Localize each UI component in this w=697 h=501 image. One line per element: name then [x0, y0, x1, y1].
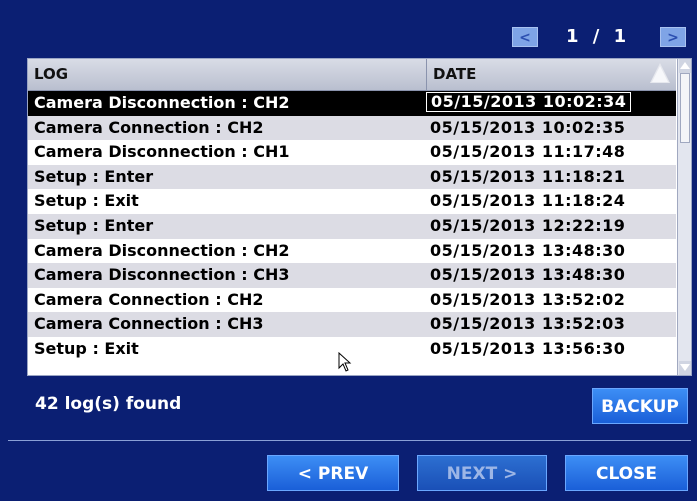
date-cell: 05/15/2013 10:02:35	[430, 117, 626, 137]
date-cell: 05/15/2013 11:17:48	[430, 142, 626, 162]
divider	[8, 440, 691, 441]
table-row[interactable]: Camera Disconnection : CH2 05/15/2013 13:…	[28, 238, 676, 264]
vertical-scrollbar[interactable]	[677, 59, 691, 375]
date-cell: 05/15/2013 11:18:24	[430, 191, 626, 211]
log-cell: Setup : Exit	[34, 338, 139, 358]
table-row[interactable]: Camera Connection : CH2 05/15/2013 10:02:…	[28, 115, 676, 141]
log-cell: Setup : Enter	[34, 166, 154, 186]
sort-ascending-icon[interactable]	[650, 63, 670, 83]
date-cell: 05/15/2013 10:02:34	[426, 92, 632, 112]
table-row[interactable]: Setup : Enter 05/15/2013 11:18:21	[28, 164, 676, 190]
table-row[interactable]: Setup : Exit 05/15/2013 11:18:24	[28, 189, 676, 214]
backup-button[interactable]: BACKUP	[592, 388, 688, 424]
log-cell: Camera Disconnection : CH3	[34, 265, 290, 285]
table-row[interactable]: Camera Disconnection : CH1 05/15/2013 11:…	[28, 140, 676, 165]
log-table[interactable]: LOG DATE Camera Disconnection : CH2 05/15…	[27, 58, 692, 376]
scroll-down-icon[interactable]	[679, 361, 691, 375]
table-row[interactable]: Camera Connection : CH2 05/15/2013 13:52:…	[28, 287, 676, 313]
scroll-up-icon[interactable]	[679, 59, 691, 73]
date-cell: 05/15/2013 12:22:19	[430, 215, 626, 235]
pager: < 1 / 1 >	[508, 26, 688, 50]
mouse-cursor-icon	[338, 352, 352, 372]
prev-button[interactable]: < PREV	[267, 455, 399, 491]
log-cell: Camera Connection : CH2	[34, 289, 264, 309]
page-indicator: 1 / 1	[566, 26, 631, 47]
page-prev-icon[interactable]: <	[512, 27, 538, 47]
table-body: Camera Disconnection : CH2 05/15/2013 10:…	[28, 91, 676, 362]
table-row[interactable]: Camera Connection : CH3 05/15/2013 13:52:…	[28, 312, 676, 337]
table-row[interactable]: Camera Disconnection : CH3 05/15/2013 13:…	[28, 263, 676, 288]
date-cell: 05/15/2013 11:18:21	[430, 166, 626, 186]
log-cell: Camera Disconnection : CH2	[34, 93, 290, 112]
date-cell: 05/15/2013 13:52:03	[430, 314, 626, 334]
scroll-thumb[interactable]	[680, 73, 690, 143]
table-row[interactable]: Camera Disconnection : CH2 05/15/2013 10:…	[28, 91, 676, 116]
date-cell: 05/15/2013 13:48:30	[430, 240, 626, 260]
column-header-log[interactable]: LOG	[34, 65, 68, 83]
table-header: LOG DATE	[28, 59, 676, 91]
date-cell: 05/15/2013 13:52:02	[430, 289, 626, 309]
table-row[interactable]: Setup : Exit 05/15/2013 13:56:30	[28, 336, 676, 362]
log-count-label: 42 log(s) found	[35, 394, 182, 414]
log-cell: Setup : Enter	[34, 215, 154, 235]
log-cell: Camera Disconnection : CH1	[34, 142, 290, 162]
log-cell: Setup : Exit	[34, 191, 139, 211]
table-row[interactable]: Setup : Enter 05/15/2013 12:22:19	[28, 213, 676, 239]
column-header-date[interactable]: DATE	[426, 59, 676, 90]
log-cell: Camera Disconnection : CH2	[34, 240, 290, 260]
date-cell: 05/15/2013 13:56:30	[430, 338, 626, 358]
log-cell: Camera Connection : CH2	[34, 117, 264, 137]
close-button[interactable]: CLOSE	[565, 455, 688, 491]
log-cell: Camera Connection : CH3	[34, 314, 264, 334]
page-next-icon[interactable]: >	[660, 27, 686, 47]
next-button[interactable]: NEXT >	[417, 455, 547, 491]
date-cell: 05/15/2013 13:48:30	[430, 265, 626, 285]
column-header-date-label: DATE	[433, 65, 477, 83]
